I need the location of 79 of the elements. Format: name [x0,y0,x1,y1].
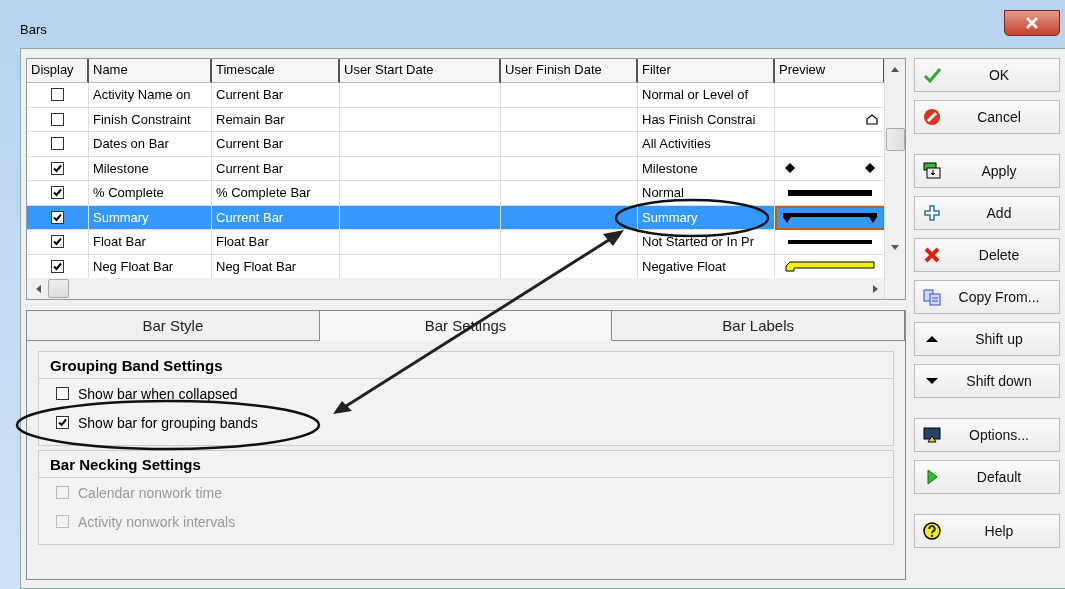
checkbox[interactable] [51,161,64,175]
checkbox[interactable] [51,235,64,249]
copy-icon [923,288,941,306]
table-cell: All Activities [642,136,711,152]
scroll-down-icon[interactable] [891,245,899,250]
table-cell: Not Started or In Pr [642,234,754,250]
checkbox[interactable] [51,259,64,273]
check-icon [923,66,941,84]
plus-icon [923,204,941,222]
group-title: Bar Necking Settings [50,455,201,473]
table-cell: Remain Bar [216,111,285,127]
scroll-left-icon[interactable] [36,284,41,293]
checkbox-label[interactable]: Show bar for grouping bands [78,414,258,431]
window-title: Bars [20,22,47,37]
table-cell: % Complete Bar [216,185,311,201]
delete-icon [923,246,941,264]
apply-icon [923,162,941,180]
table-cell: Finish Constraint [93,111,191,127]
dialog-button[interactable]: Add [914,196,1060,230]
table-row[interactable]: Milestone Current Bar Milestone [27,156,884,181]
horizontal-scrollbar[interactable] [27,278,884,299]
table-cell: Summary [642,209,698,225]
table-cell: Normal [642,185,684,201]
table-cell: Milestone [93,160,149,176]
dialog-button[interactable]: Apply [914,154,1060,188]
scroll-right-icon[interactable] [873,284,878,293]
prohibited-icon [923,108,941,126]
dialog-button[interactable]: Shift up [914,322,1060,356]
checkbox-label: Activity nonwork intervals [78,513,236,530]
dialog-button[interactable]: Shift down [914,364,1060,398]
checkbox-label[interactable]: Show bar when collapsed [78,385,238,402]
group-title: Grouping Band Settings [50,356,223,374]
checkbox[interactable] [51,88,64,102]
table-cell: Current Bar [216,136,284,152]
table-cell: Current Bar [216,160,284,176]
constraint-marker-icon [866,113,878,125]
table-cell: Current Bar [216,209,284,225]
table-cell: Summary [93,209,149,225]
table-cell: Float Bar [216,234,269,250]
table-row[interactable]: Float Bar Float Bar Not Started or In Pr [27,230,884,255]
table-row[interactable]: Dates on Bar Current Bar All Activities [27,132,884,157]
table-row[interactable]: Activity Name on Current Bar Normal or Level of [27,83,884,108]
checkbox[interactable] [56,387,69,400]
checkbox[interactable] [51,210,64,224]
dialog-button[interactable]: Delete [914,238,1060,272]
options-icon [923,426,941,444]
table-cell: Negative Float [642,258,726,274]
checkbox[interactable] [56,416,69,429]
checkbox[interactable] [51,137,64,151]
scrollbar-thumb[interactable] [885,128,905,151]
table-row[interactable]: % Complete % Complete Bar Normal [27,181,884,206]
dialog-button[interactable]: Options... [914,418,1060,452]
table-cell: Neg Float Bar [216,258,297,274]
table-cell: Dates on Bar [93,136,169,152]
dialog-button[interactable]: Default [914,460,1060,494]
dialog-button[interactable]: Cancel [914,100,1060,134]
table-cell: Float Bar [93,234,146,250]
table-cell: Current Bar [216,87,284,103]
scrollbar-thumb[interactable] [48,279,69,298]
tab[interactable]: Bar Style [27,311,320,341]
close-icon [1025,16,1039,30]
table-cell: Activity Name on [93,87,191,103]
scroll-up-icon[interactable] [891,67,899,72]
dialog-button[interactable]: OK [914,58,1060,92]
table-cell: Milestone [642,160,698,176]
tab[interactable]: Bar Labels [612,311,905,341]
table-cell: % Complete [93,185,164,201]
checkbox-label: Calendar nonwork time [78,484,222,501]
close-button[interactable] [1004,10,1060,36]
table-cell: Neg Float Bar [93,258,174,274]
dialog-button[interactable]: Help [914,514,1060,548]
checkbox[interactable] [51,112,64,126]
table-cell: Has Finish Constrai [642,111,756,127]
vertical-scrollbar[interactable] [884,59,905,299]
table-cell: Normal or Level of [642,87,749,103]
table-row[interactable]: Finish Constraint Remain Bar Has Finish Constrai [27,107,884,132]
help-icon [923,522,941,540]
dialog-button[interactable]: Copy From... [914,280,1060,314]
checkbox[interactable] [51,186,64,200]
